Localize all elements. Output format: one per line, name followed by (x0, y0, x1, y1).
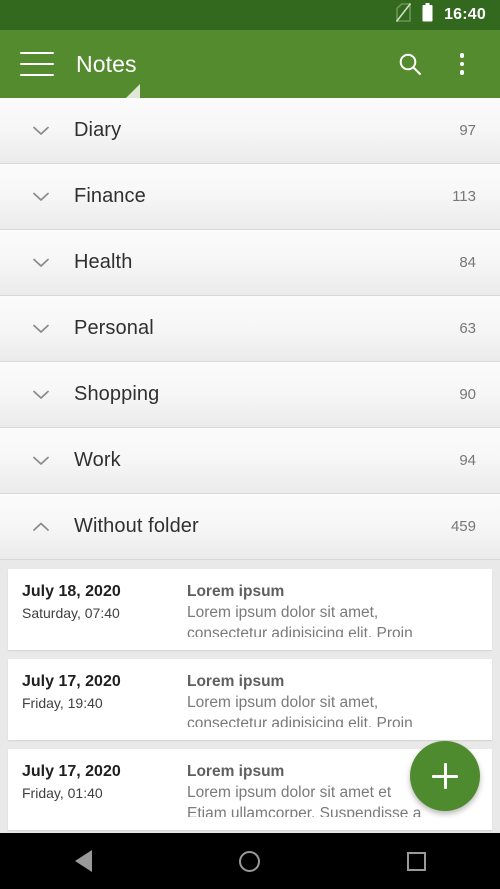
chevron-up-icon[interactable] (22, 522, 60, 532)
folder-row[interactable]: Finance 113 (0, 164, 500, 230)
note-date-column: July 17, 2020 Friday, 01:40 (22, 761, 187, 817)
folder-note-count: 90 (459, 386, 476, 403)
home-circle-icon[interactable] (214, 833, 286, 889)
chevron-down-icon[interactable] (22, 258, 60, 268)
chevron-down-icon[interactable] (22, 192, 60, 202)
note-card[interactable]: July 17, 2020 Friday, 19:40 Lorem ipsum Lor… (8, 659, 492, 740)
android-nav-bar (0, 833, 500, 889)
folder-name: Without folder (74, 515, 199, 537)
folder-name: Finance (74, 185, 146, 207)
note-body: Lorem ipsum dolor sit amet, consectetur … (187, 604, 413, 637)
note-text-column: Lorem ipsum Lorem ipsum dolor sit amet, c… (187, 581, 482, 637)
chevron-down-icon[interactable] (22, 456, 60, 466)
sim-card-off-icon (395, 3, 412, 27)
note-date-column: July 17, 2020 Friday, 19:40 (22, 671, 187, 727)
folder-note-count: 84 (459, 254, 476, 271)
page-title: Notes (76, 50, 137, 77)
folder-name: Shopping (74, 383, 160, 405)
folder-note-count: 63 (459, 320, 476, 337)
chevron-down-icon[interactable] (22, 390, 60, 400)
note-date: July 18, 2020 (22, 583, 121, 600)
folder-name: Health (74, 251, 133, 273)
recents-square-icon[interactable] (381, 833, 453, 889)
note-text-column: Lorem ipsum Lorem ipsum dolor sit amet, c… (187, 671, 482, 727)
toolbar-actions (386, 40, 500, 88)
folder-note-count: 94 (459, 452, 476, 469)
notes-scroll-area[interactable]: Diary 97 Finance 113 Health 84 Personal 63 Shopp… (0, 98, 500, 833)
note-day-time: Saturday, 07:40 (22, 605, 120, 621)
plus-icon-vertical (443, 763, 447, 789)
folder-row[interactable]: Health 84 (0, 230, 500, 296)
folder-name: Work (74, 449, 121, 471)
status-bar: 16:40 (0, 0, 500, 30)
note-day-time: Friday, 01:40 (22, 785, 103, 801)
folder-name: Personal (74, 317, 154, 339)
folder-row[interactable]: Diary 97 (0, 98, 500, 164)
note-card[interactable]: July 18, 2020 Saturday, 07:40 Lorem ipsum L… (8, 569, 492, 650)
folder-list: Diary 97 Finance 113 Health 84 Personal 63 Shopp… (0, 98, 500, 560)
add-note-fab[interactable] (410, 741, 480, 811)
folder-row[interactable]: Work 94 (0, 428, 500, 494)
battery-full-icon (422, 3, 433, 27)
chevron-down-icon[interactable] (22, 324, 60, 334)
note-title: Lorem ipsum (187, 583, 285, 600)
folder-note-count: 113 (452, 188, 476, 205)
back-triangle-icon[interactable] (47, 833, 119, 889)
note-date: July 17, 2020 (22, 763, 121, 780)
note-day-time: Friday, 19:40 (22, 695, 103, 711)
note-title: Lorem ipsum (187, 673, 285, 690)
hamburger-menu-icon[interactable] (20, 52, 54, 76)
folder-note-count: 459 (450, 518, 476, 535)
folder-row[interactable]: Without folder 459 (0, 494, 500, 560)
app-toolbar: Notes (0, 30, 500, 98)
note-body: Lorem ipsum dolor sit amet, consectetur … (187, 694, 413, 727)
more-vertical-icon[interactable] (438, 40, 486, 88)
resize-handle-icon[interactable] (126, 84, 140, 98)
folder-note-count: 97 (459, 122, 476, 139)
note-date: July 17, 2020 (22, 673, 121, 690)
folder-name: Diary (74, 119, 122, 141)
note-date-column: July 18, 2020 Saturday, 07:40 (22, 581, 187, 637)
status-bar-clock: 16:40 (444, 6, 486, 23)
search-icon[interactable] (386, 40, 434, 88)
phone-screen: 16:40 Notes Diary 97 Finance 113 Health 84 Per… (0, 0, 500, 889)
folder-row[interactable]: Personal 63 (0, 296, 500, 362)
folder-row[interactable]: Shopping 90 (0, 362, 500, 428)
chevron-down-icon[interactable] (22, 126, 60, 136)
